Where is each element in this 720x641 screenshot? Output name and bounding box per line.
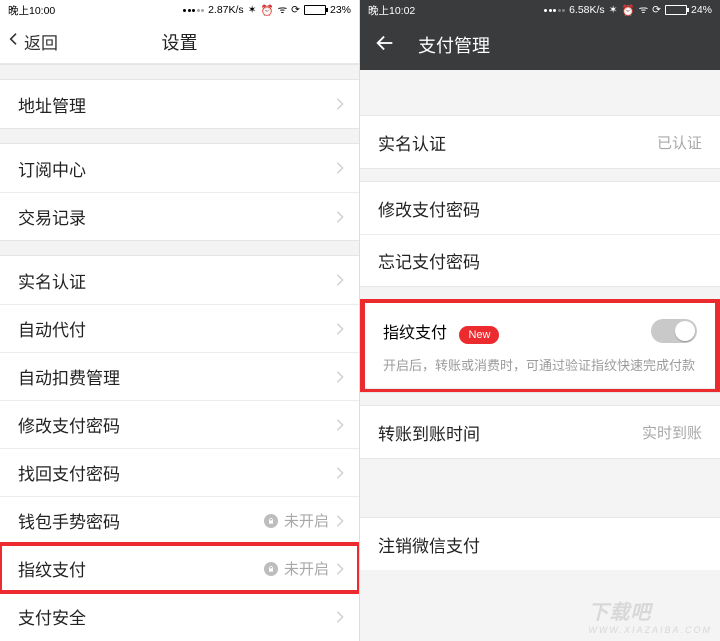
row-forgotpw[interactable]: 忘记支付密码	[360, 234, 720, 286]
row-changepw[interactable]: 修改支付密码	[0, 400, 359, 448]
section-gap	[360, 570, 720, 641]
fingerprint-block: 指纹支付 New 开启后，转账或消费时，可通过验证指纹快速完成付款	[360, 299, 720, 393]
fingerprint-toggle[interactable]	[651, 319, 697, 343]
wifi-icon: ᯤ	[278, 3, 288, 17]
bluetooth-icon: ✶	[609, 4, 618, 16]
wifi-icon: ᯤ	[639, 3, 649, 17]
lock-icon	[264, 514, 278, 528]
row-realname[interactable]: 实名认证	[0, 256, 359, 304]
status-net: 2.87K/s	[208, 4, 244, 16]
chevron-right-icon	[335, 370, 345, 384]
header: 返回 设置	[0, 20, 359, 64]
row-label: 自动代付	[18, 316, 86, 341]
row-autopay[interactable]: 自动代付	[0, 304, 359, 352]
row-label: 忘记支付密码	[378, 248, 480, 273]
alarm-icon: ⏰	[261, 4, 274, 17]
status-bar: 晚上10:02 6.58K/s ✶ ⏰ ᯤ ⟳ 24%	[360, 0, 720, 20]
row-autodeduct[interactable]: 自动扣费管理	[0, 352, 359, 400]
row-subscribe[interactable]: 订阅中心	[0, 144, 359, 192]
section-gap	[360, 286, 720, 300]
back-button[interactable]	[374, 32, 396, 59]
status-indicators: 6.58K/s ✶ ⏰ ᯤ ⟳ 24%	[544, 3, 712, 17]
battery-icon	[665, 5, 687, 15]
chevron-right-icon	[335, 322, 345, 336]
payment-manage-screen: 晚上10:02 6.58K/s ✶ ⏰ ᯤ ⟳ 24% 支付管理 实名认证 已认…	[360, 0, 720, 641]
row-unregister[interactable]: 注销微信支付	[360, 518, 720, 570]
status-indicators: 2.87K/s ✶ ⏰ ᯤ ⟳ 23%	[183, 3, 351, 17]
alarm-icon: ⏰	[622, 4, 635, 17]
back-button[interactable]: 返回	[6, 20, 58, 63]
section-gap	[0, 128, 359, 144]
page-title: 支付管理	[418, 32, 490, 58]
chevron-right-icon	[335, 610, 345, 624]
signal-icon	[544, 9, 565, 12]
row-label: 修改支付密码	[18, 412, 120, 437]
row-label: 指纹支付	[383, 325, 447, 342]
row-gesture[interactable]: 钱包手势密码 未开启	[0, 496, 359, 544]
row-label: 支付安全	[18, 604, 86, 629]
bluetooth-icon: ✶	[248, 4, 257, 16]
chevron-right-icon	[335, 273, 345, 287]
row-label: 地址管理	[18, 92, 86, 117]
page-title: 设置	[162, 29, 198, 55]
header: 支付管理	[360, 20, 720, 70]
row-label: 自动扣费管理	[18, 364, 120, 389]
section-gap	[360, 70, 720, 116]
section-gap	[360, 458, 720, 518]
fingerprint-desc: 开启后，转账或消费时，可通过验证指纹快速完成付款	[365, 355, 715, 389]
status-bar: 晚上10:00 2.87K/s ✶ ⏰ ᯤ ⟳ 23%	[0, 0, 359, 20]
row-status: 未开启	[284, 558, 329, 579]
row-label: 修改支付密码	[378, 196, 480, 221]
row-label: 找回支付密码	[18, 460, 120, 485]
row-transactions[interactable]: 交易记录	[0, 192, 359, 240]
status-time: 晚上10:02	[368, 3, 415, 18]
row-security[interactable]: 支付安全	[0, 592, 359, 640]
row-label: 实名认证	[18, 268, 86, 293]
back-label: 返回	[24, 29, 58, 54]
row-label: 订阅中心	[18, 156, 86, 181]
battery-icon	[304, 5, 326, 15]
row-value: 已认证	[657, 132, 702, 153]
row-arrival[interactable]: 转账到账时间 实时到账	[360, 406, 720, 458]
chevron-right-icon	[335, 562, 345, 576]
row-label: 指纹支付	[18, 556, 86, 581]
chevron-right-icon	[335, 161, 345, 175]
row-label: 钱包手势密码	[18, 508, 120, 533]
section-gap	[360, 392, 720, 406]
row-address[interactable]: 地址管理	[0, 80, 359, 128]
row-changepw[interactable]: 修改支付密码	[360, 182, 720, 234]
chevron-left-icon	[6, 31, 22, 52]
chevron-right-icon	[335, 466, 345, 480]
signal-icon	[183, 9, 204, 12]
rotate-icon: ⟳	[291, 4, 300, 16]
settings-screen: 晚上10:00 2.87K/s ✶ ⏰ ᯤ ⟳ 23% 返回 设置 地址管理 订…	[0, 0, 360, 641]
row-realname[interactable]: 实名认证 已认证	[360, 116, 720, 168]
status-time: 晚上10:00	[8, 3, 55, 18]
row-value: 实时到账	[642, 422, 702, 443]
chevron-right-icon	[335, 97, 345, 111]
status-battery: 24%	[691, 4, 712, 16]
row-label: 交易记录	[18, 204, 86, 229]
row-label: 实名认证	[378, 130, 446, 155]
rotate-icon: ⟳	[652, 4, 661, 16]
status-net: 6.58K/s	[569, 4, 605, 16]
chevron-right-icon	[335, 514, 345, 528]
row-fingerprint: 指纹支付 New	[365, 303, 715, 355]
row-status: 未开启	[284, 510, 329, 531]
chevron-right-icon	[335, 210, 345, 224]
section-gap	[360, 168, 720, 182]
row-fingerprint[interactable]: 指纹支付 未开启	[0, 544, 359, 592]
section-gap	[0, 240, 359, 256]
row-label: 注销微信支付	[378, 532, 480, 557]
chevron-right-icon	[335, 418, 345, 432]
new-badge: New	[459, 326, 499, 344]
row-findpw[interactable]: 找回支付密码	[0, 448, 359, 496]
row-label: 转账到账时间	[378, 420, 480, 445]
lock-icon	[264, 562, 278, 576]
status-battery: 23%	[330, 4, 351, 16]
section-gap	[0, 64, 359, 80]
